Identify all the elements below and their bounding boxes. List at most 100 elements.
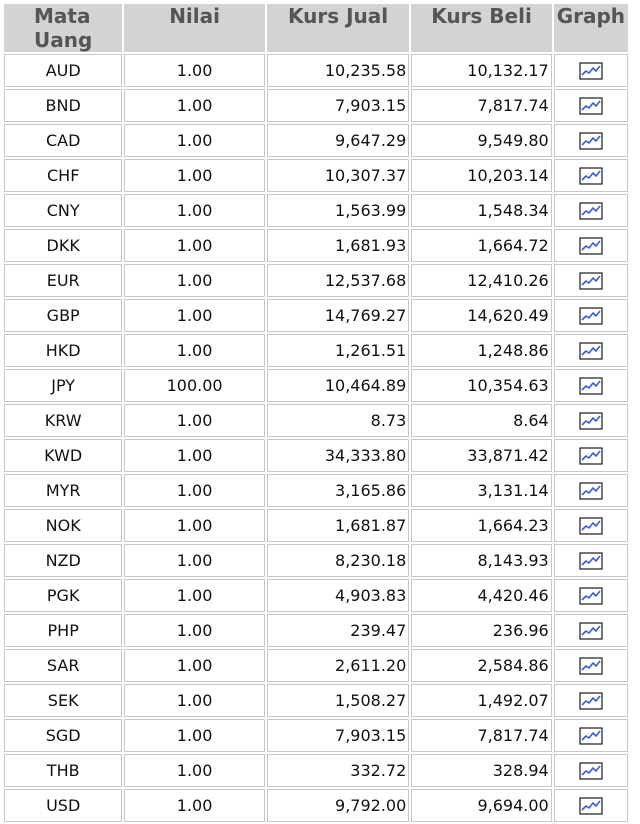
- kurs-beli-value: 12,410.26: [411, 264, 552, 297]
- currency-code: THB: [4, 754, 123, 787]
- currency-code: PHP: [4, 614, 123, 647]
- kurs-jual-value: 12,537.68: [266, 264, 410, 297]
- currency-code: SGD: [4, 719, 123, 752]
- nilai-value: 1.00: [124, 439, 265, 472]
- line-chart-icon[interactable]: [579, 377, 603, 395]
- kurs-jual-value: 7,903.15: [266, 89, 410, 122]
- nilai-value: 1.00: [124, 299, 265, 332]
- kurs-beli-value: 10,354.63: [411, 369, 552, 402]
- currency-code: BND: [4, 89, 123, 122]
- nilai-value: 1.00: [124, 54, 265, 87]
- currency-code: SEK: [4, 684, 123, 717]
- line-chart-icon[interactable]: [579, 552, 603, 570]
- table-row: NOK 1.00 1,681.87 1,664.23: [4, 509, 628, 542]
- kurs-beli-value: 10,203.14: [411, 159, 552, 192]
- table-row: AUD 1.00 10,235.58 10,132.17: [4, 54, 628, 87]
- line-chart-icon[interactable]: [579, 587, 603, 605]
- graph-cell: [553, 404, 628, 437]
- line-chart-icon[interactable]: [579, 412, 603, 430]
- table-row: JPY 100.00 10,464.89 10,354.63: [4, 369, 628, 402]
- nilai-value: 1.00: [124, 194, 265, 227]
- table-row: CAD 1.00 9,647.29 9,549.80: [4, 124, 628, 157]
- kurs-jual-value: 10,235.58: [266, 54, 410, 87]
- line-chart-icon[interactable]: [579, 97, 603, 115]
- kurs-beli-value: 7,817.74: [411, 89, 552, 122]
- line-chart-icon[interactable]: [579, 62, 603, 80]
- kurs-jual-value: 332.72: [266, 754, 410, 787]
- table-row: SGD 1.00 7,903.15 7,817.74: [4, 719, 628, 752]
- graph-cell: [553, 334, 628, 367]
- header-kurs-beli: Kurs Beli: [411, 4, 552, 52]
- graph-cell: [553, 579, 628, 612]
- kurs-beli-value: 1,664.72: [411, 229, 552, 262]
- line-chart-icon[interactable]: [579, 342, 603, 360]
- line-chart-icon[interactable]: [579, 307, 603, 325]
- nilai-value: 1.00: [124, 334, 265, 367]
- line-chart-icon[interactable]: [579, 482, 603, 500]
- nilai-value: 1.00: [124, 614, 265, 647]
- kurs-beli-value: 9,694.00: [411, 789, 552, 822]
- line-chart-icon[interactable]: [579, 237, 603, 255]
- kurs-jual-value: 1,563.99: [266, 194, 410, 227]
- kurs-beli-value: 10,132.17: [411, 54, 552, 87]
- kurs-beli-value: 3,131.14: [411, 474, 552, 507]
- line-chart-icon[interactable]: [579, 272, 603, 290]
- table-row: SEK 1.00 1,508.27 1,492.07: [4, 684, 628, 717]
- line-chart-icon[interactable]: [579, 132, 603, 150]
- graph-cell: [553, 194, 628, 227]
- line-chart-icon[interactable]: [579, 762, 603, 780]
- graph-cell: [553, 649, 628, 682]
- line-chart-icon[interactable]: [579, 167, 603, 185]
- graph-cell: [553, 684, 628, 717]
- nilai-value: 1.00: [124, 124, 265, 157]
- currency-code: USD: [4, 789, 123, 822]
- graph-cell: [553, 614, 628, 647]
- nilai-value: 1.00: [124, 229, 265, 262]
- currency-code: CAD: [4, 124, 123, 157]
- graph-cell: [553, 719, 628, 752]
- currency-code: PGK: [4, 579, 123, 612]
- table-row: KWD 1.00 34,333.80 33,871.42: [4, 439, 628, 472]
- kurs-beli-value: 14,620.49: [411, 299, 552, 332]
- line-chart-icon[interactable]: [579, 692, 603, 710]
- line-chart-icon[interactable]: [579, 622, 603, 640]
- table-row: DKK 1.00 1,681.93 1,664.72: [4, 229, 628, 262]
- table-row: EUR 1.00 12,537.68 12,410.26: [4, 264, 628, 297]
- kurs-jual-value: 8.73: [266, 404, 410, 437]
- graph-cell: [553, 754, 628, 787]
- table-row: THB 1.00 332.72 328.94: [4, 754, 628, 787]
- kurs-jual-value: 1,508.27: [266, 684, 410, 717]
- line-chart-icon[interactable]: [579, 202, 603, 220]
- kurs-jual-value: 8,230.18: [266, 544, 410, 577]
- currency-code: CHF: [4, 159, 123, 192]
- kurs-jual-value: 10,464.89: [266, 369, 410, 402]
- line-chart-icon[interactable]: [579, 727, 603, 745]
- kurs-jual-value: 9,647.29: [266, 124, 410, 157]
- nilai-value: 1.00: [124, 684, 265, 717]
- kurs-jual-value: 1,681.87: [266, 509, 410, 542]
- header-kurs-jual: Kurs Jual: [266, 4, 410, 52]
- kurs-beli-value: 1,548.34: [411, 194, 552, 227]
- table-body: AUD 1.00 10,235.58 10,132.17 BND 1.00 7,903.15…: [4, 54, 628, 822]
- header-mata-uang: Mata Uang: [4, 4, 123, 52]
- graph-cell: [553, 509, 628, 542]
- graph-cell: [553, 474, 628, 507]
- currency-code: HKD: [4, 334, 123, 367]
- kurs-jual-value: 3,165.86: [266, 474, 410, 507]
- line-chart-icon[interactable]: [579, 797, 603, 815]
- kurs-beli-value: 2,584.86: [411, 649, 552, 682]
- line-chart-icon[interactable]: [579, 447, 603, 465]
- currency-code: NOK: [4, 509, 123, 542]
- table-row: NZD 1.00 8,230.18 8,143.93: [4, 544, 628, 577]
- graph-cell: [553, 789, 628, 822]
- line-chart-icon[interactable]: [579, 517, 603, 535]
- header-nilai: Nilai: [124, 4, 265, 52]
- currency-code: GBP: [4, 299, 123, 332]
- kurs-jual-value: 10,307.37: [266, 159, 410, 192]
- table-row: USD 1.00 9,792.00 9,694.00: [4, 789, 628, 822]
- line-chart-icon[interactable]: [579, 657, 603, 675]
- graph-cell: [553, 229, 628, 262]
- graph-cell: [553, 124, 628, 157]
- currency-code: JPY: [4, 369, 123, 402]
- kurs-beli-value: 236.96: [411, 614, 552, 647]
